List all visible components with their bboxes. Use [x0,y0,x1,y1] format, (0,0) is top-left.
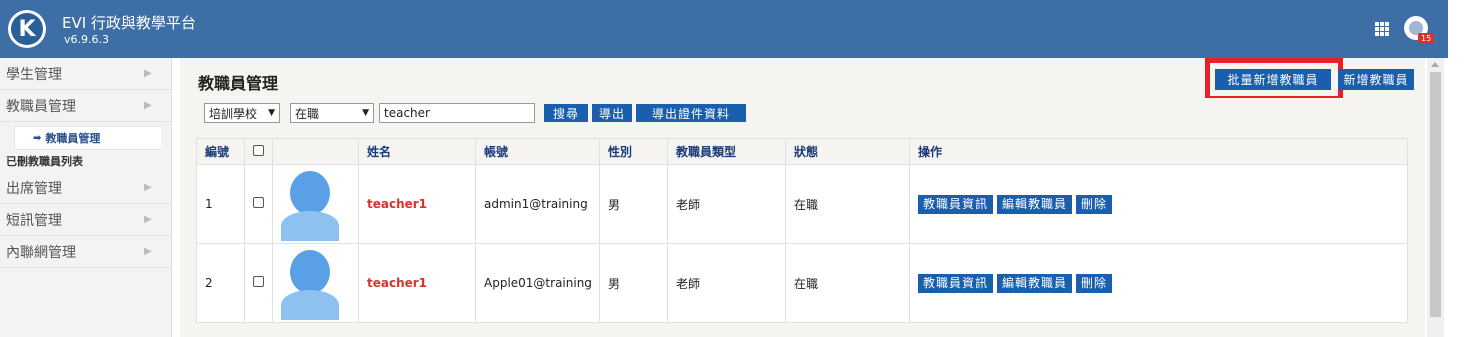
row-checkbox[interactable] [253,197,264,208]
app-logo[interactable]: K [8,10,46,48]
sidebar-item-label: 教職員管理 [6,98,76,115]
cell-name[interactable]: teacher1 [358,243,476,323]
highlight-box [1205,58,1343,101]
status-select[interactable]: 在職 ▼ [290,103,374,123]
status-select-value: 在職 [295,106,320,121]
col-header-actions: 操作 [909,138,1408,165]
sidebar-subitem-label: 教職員管理 [45,132,101,145]
cell-type: 老師 [667,243,786,323]
col-header-photo [272,138,359,165]
arrow-right-icon: ➡ [33,132,42,144]
cell-gender: 男 [599,164,668,244]
chevron-right-icon: ▶ [144,68,152,79]
search-button[interactable]: 搜尋 [544,104,588,122]
col-header-type[interactable]: 教職員類型 [667,138,786,165]
chevron-down-icon: ▼ [268,108,275,118]
main-content: 教職員管理 批量新增教職員 新增教職員 培訓學校 ▼ 在職 ▼ teacher … [180,58,1425,337]
logo-k-icon: K [11,13,43,45]
app-title: EVI 行政與教學平台 [62,14,196,32]
select-all-checkbox[interactable] [253,144,264,156]
cell-actions: 教職員資訊 編輯教職員 刪除 [909,243,1408,323]
sidebar-item-label: 出席管理 [6,180,62,197]
cell-type: 老師 [667,164,786,244]
scroll-up-arrow-icon[interactable] [1431,62,1439,67]
avatar-icon [281,250,339,320]
school-select[interactable]: 培訓學校 ▼ [204,103,280,123]
sidebar-item-intranet[interactable]: 內聯網管理 ▶ [0,236,171,268]
scrollbar-thumb[interactable] [1430,72,1441,317]
delete-button[interactable]: 刪除 [1076,194,1113,214]
cell-photo [272,243,359,323]
col-header-gender[interactable]: 性別 [599,138,668,165]
top-bar: K EVI 行政與教學平台 v6.9.6.3 15 [0,0,1465,58]
sidebar-item-label: 短訊管理 [6,212,62,229]
sidebar-item-student[interactable]: 學生管理 ▶ [0,58,171,90]
sidebar: 學生管理 ▶ 教職員管理 ▶ ➡ 教職員管理 已刪教職員列表 出席管理 ▶ 短訊… [0,58,172,337]
col-header-select[interactable] [244,138,273,165]
cell-no: 1 [196,164,245,244]
search-input-value: teacher [384,106,430,120]
chevron-right-icon: ▶ [144,182,152,193]
chevron-right-icon: ▶ [144,246,152,257]
cell-name[interactable]: teacher1 [358,164,476,244]
cell-no: 2 [196,243,245,323]
search-input[interactable]: teacher [379,103,535,123]
staff-info-button[interactable]: 教職員資訊 [918,273,994,293]
sidebar-item-staff[interactable]: 教職員管理 ▶ [0,90,171,122]
edit-staff-button[interactable]: 編輯教職員 [997,194,1073,214]
cell-account: Apple01@training [475,243,600,323]
row-checkbox[interactable] [253,276,264,287]
staff-info-button[interactable]: 教職員資訊 [918,194,994,214]
cell-select [244,243,273,323]
sidebar-subitem-deleted-staff[interactable]: 已刪教職員列表 [0,150,171,172]
table-row: 2 teacher1 Apple01@training 男 老師 在職 教職員資… [196,243,1408,323]
edit-staff-button[interactable]: 編輯教職員 [997,273,1073,293]
sidebar-item-label: 學生管理 [6,66,62,83]
add-staff-button[interactable]: 新增教職員 [1338,69,1414,90]
page-edge [1448,0,1465,337]
cell-photo [272,164,359,244]
chevron-down-icon: ▼ [362,108,369,118]
sidebar-item-sms[interactable]: 短訊管理 ▶ [0,204,171,236]
cell-actions: 教職員資訊 編輯教職員 刪除 [909,164,1408,244]
chevron-right-icon: ▶ [144,214,152,225]
apps-grid-icon[interactable] [1375,22,1389,36]
vertical-scrollbar[interactable] [1427,58,1444,337]
delete-button[interactable]: 刪除 [1076,273,1113,293]
sidebar-subitem-staff-manage[interactable]: ➡ 教職員管理 [14,126,161,150]
cell-gender: 男 [599,243,668,323]
school-select-value: 培訓學校 [209,106,258,121]
table-header-row: 編號 姓名 帳號 性別 教職員類型 狀態 操作 [196,138,1408,165]
cell-select [244,164,273,244]
col-header-account[interactable]: 帳號 [475,138,600,165]
sidebar-subitem-label: 已刪教職員列表 [6,155,83,168]
page-title: 教職員管理 [198,74,279,93]
staff-table: 編號 姓名 帳號 性別 教職員類型 狀態 操作 1 teacher1 admin… [196,138,1408,323]
notification-badge: 15 [1418,33,1435,44]
filter-bar: 培訓學校 ▼ 在職 ▼ teacher 搜尋 導出 導出證件資料 [196,98,1408,126]
cell-account: admin1@training [475,164,600,244]
col-header-status[interactable]: 狀態 [785,138,910,165]
sidebar-item-label: 內聯網管理 [6,244,76,261]
export-cert-button[interactable]: 導出證件資料 [636,104,746,122]
cell-status: 在職 [785,243,910,323]
app-version: v6.9.6.3 [64,33,109,46]
chevron-right-icon: ▶ [144,100,152,111]
cell-status: 在職 [785,164,910,244]
col-header-name[interactable]: 姓名 [358,138,476,165]
table-row: 1 teacher1 admin1@training 男 老師 在職 教職員資訊… [196,164,1408,244]
export-button[interactable]: 導出 [592,104,632,122]
col-header-no[interactable]: 編號 [196,138,245,165]
sidebar-item-attendance[interactable]: 出席管理 ▶ [0,172,171,204]
avatar-icon [281,171,339,241]
